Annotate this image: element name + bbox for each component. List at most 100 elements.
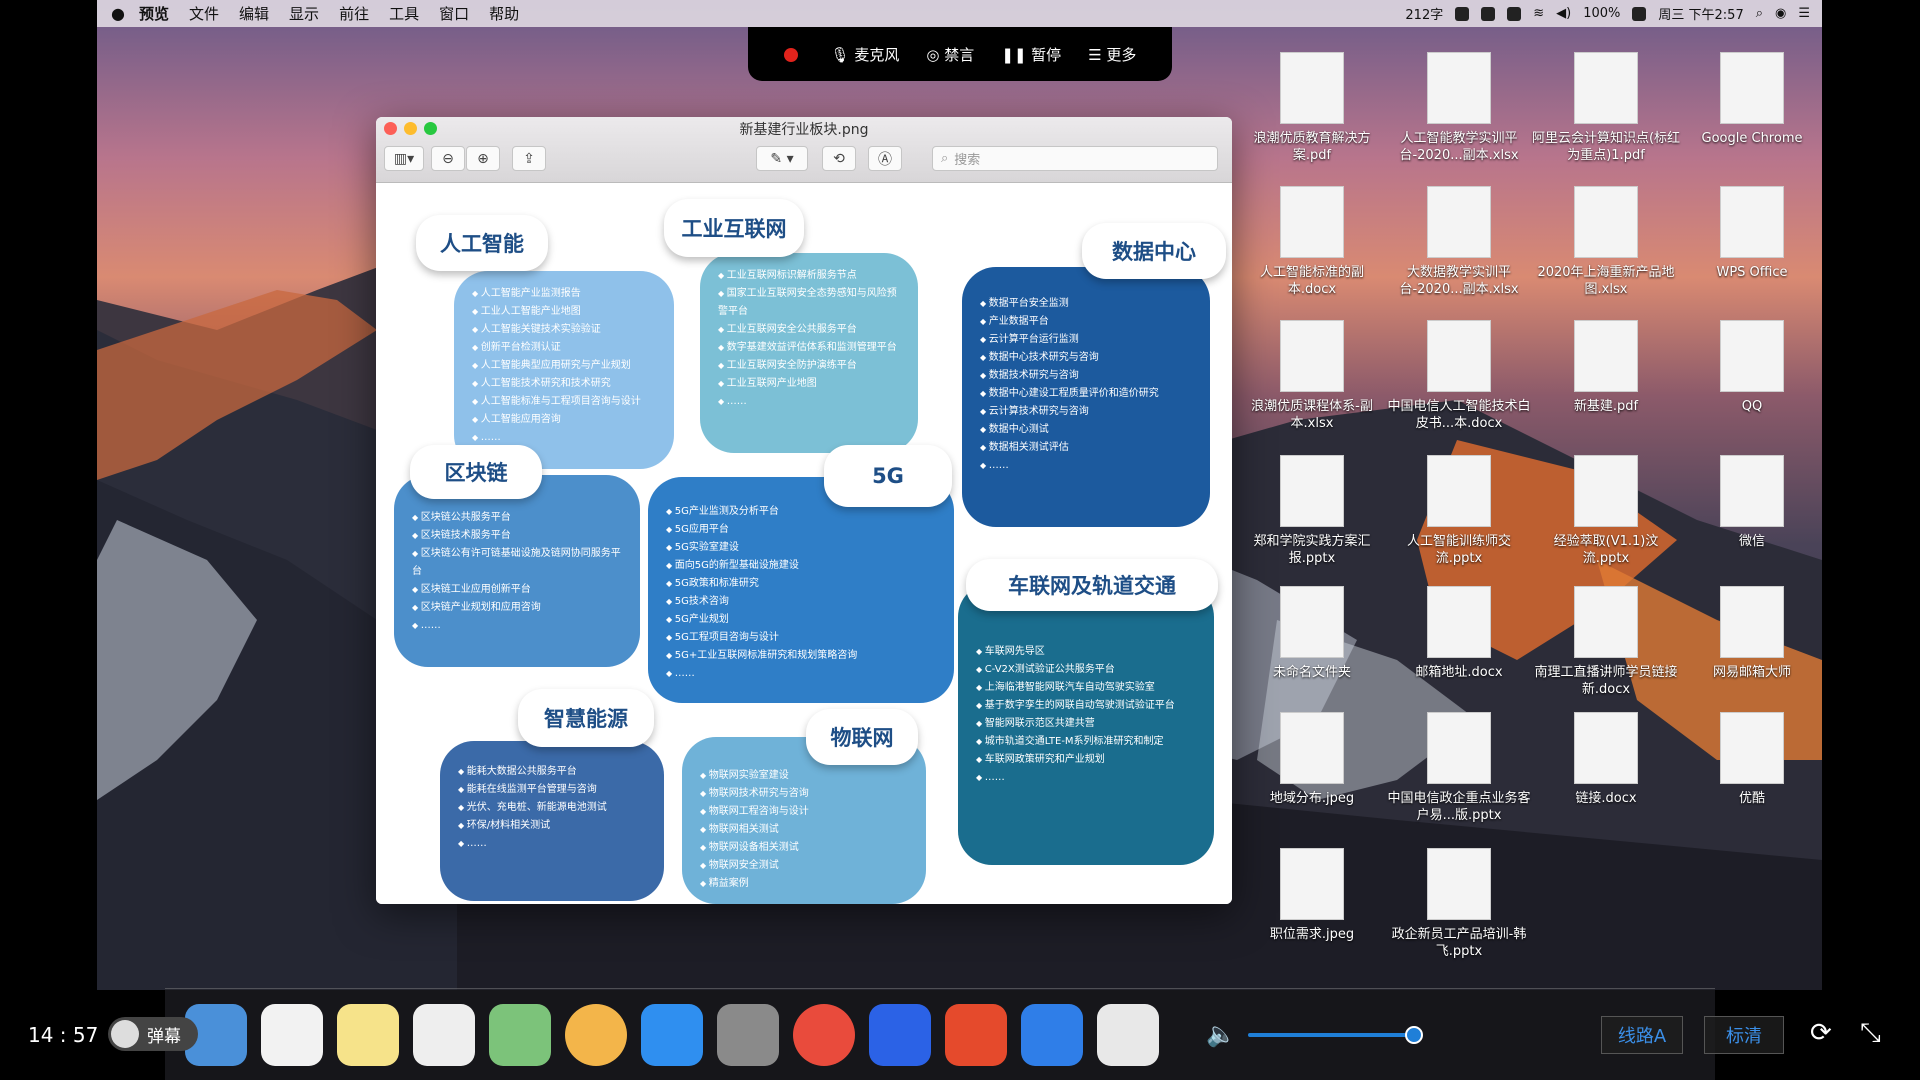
status-icon[interactable] xyxy=(1455,6,1470,21)
file-thumbnail-icon xyxy=(1720,186,1784,258)
list-item: 区块链公有许可链基础设施及链网协同服务平台 xyxy=(412,545,622,581)
menu-window[interactable]: 窗口 xyxy=(439,3,469,24)
menu-edit[interactable]: 编辑 xyxy=(239,3,269,24)
panel-5g: 5G产业监测及分析平台5G应用平台5G实验室建设面向5G的新型基础设施建设5G政… xyxy=(648,477,954,703)
desktop-file-icon[interactable]: 人工智能标准的副本.docx xyxy=(1237,186,1387,298)
desktop-file-icon[interactable]: 中国电信政企重点业务客户易...版.pptx xyxy=(1384,712,1534,824)
desktop-file-icon[interactable]: 中国电信人工智能技术白皮书...本.docx xyxy=(1384,320,1534,432)
desktop: ● 预览 文件 编辑 显示 前往 工具 窗口 帮助 212字 ≋ ◀) 100%… xyxy=(97,0,1822,990)
zoom-out-icon[interactable]: ⊖ xyxy=(431,146,465,171)
desktop-file-icon[interactable]: 网易邮箱大师 xyxy=(1677,586,1822,681)
desktop-file-icon[interactable]: 职位需求.jpeg xyxy=(1237,848,1387,943)
desktop-file-icon[interactable]: 经验萃取(V1.1)汶流.pptx xyxy=(1531,455,1681,567)
list-item: 环保/材料相关测试 xyxy=(458,817,646,835)
line-select-button[interactable]: 线路A xyxy=(1601,1016,1683,1054)
menu-file[interactable]: 文件 xyxy=(189,3,219,24)
search-field[interactable]: ⌕ 搜索 xyxy=(932,146,1218,171)
preview-window: 新基建行业板块.png ▥▾ ⊖ ⊕ ⇪ ✎ ▾ ⟲ Ⓐ ⌕ 搜索 人工智能产业监… xyxy=(376,117,1232,904)
file-label: 人工智能标准的副本.docx xyxy=(1259,265,1364,297)
annotate-icon[interactable]: Ⓐ xyxy=(868,146,902,171)
panel-iiot: 工业互联网标识解析服务节点国家工业互联网安全态势感知与风险预警平台工业互联网安全… xyxy=(700,253,918,453)
volume-knob[interactable] xyxy=(1405,1026,1423,1044)
desktop-file-icon[interactable]: 大数据教学实训平台-2020...副本.xlsx xyxy=(1384,186,1534,298)
file-label: 链接.docx xyxy=(1575,791,1637,806)
siri-icon[interactable]: ◉ xyxy=(1775,6,1786,21)
menu-tools[interactable]: 工具 xyxy=(389,3,419,24)
toggle-knob xyxy=(111,1020,139,1048)
desktop-file-icon[interactable]: 地域分布.jpeg xyxy=(1237,712,1387,807)
tag-bc: 区块链 xyxy=(410,445,542,499)
file-label: 政企新员工产品培训-韩飞.pptx xyxy=(1391,927,1527,959)
apple-icon[interactable]: ● xyxy=(97,4,139,23)
file-label: 郑和学院实践方案汇报.pptx xyxy=(1253,534,1371,566)
rotate-icon[interactable]: ⟲ xyxy=(822,146,856,171)
desktop-file-icon[interactable]: 人工智能教学实训平台-2020...副本.xlsx xyxy=(1384,52,1534,164)
record-indicator xyxy=(783,45,804,63)
file-label: 人工智能训练师交流.pptx xyxy=(1406,534,1511,566)
desktop-file-icon[interactable]: 2020年上海重新产品地图.xlsx xyxy=(1531,186,1681,298)
list-item: 人工智能标准与工程项目咨询与设计 xyxy=(472,393,656,411)
desktop-file-icon[interactable]: WPS Office xyxy=(1677,186,1822,281)
zoom-in-icon[interactable]: ⊕ xyxy=(466,146,500,171)
desktop-file-icon[interactable]: 人工智能训练师交流.pptx xyxy=(1384,455,1534,567)
battery-icon[interactable] xyxy=(1632,6,1647,21)
notification-center-icon[interactable]: ☰ xyxy=(1798,6,1810,21)
status-icon[interactable] xyxy=(1481,6,1496,21)
menu-view[interactable]: 显示 xyxy=(289,3,319,24)
list-item: 物联网安全测试 xyxy=(700,857,908,875)
desktop-file-icon[interactable]: 未命名文件夹 xyxy=(1237,586,1387,681)
desktop-file-icon[interactable]: 新基建.pdf xyxy=(1531,320,1681,415)
danmu-label: 弹幕 xyxy=(147,1026,181,1047)
tag-energy: 智慧能源 xyxy=(518,689,654,747)
desktop-file-icon[interactable]: 浪潮优质教育解决方案.pdf xyxy=(1237,52,1387,164)
desktop-file-icon[interactable]: QQ xyxy=(1677,320,1822,415)
exit-fullscreen-icon[interactable]: ⤡ xyxy=(1860,1018,1881,1049)
tag-dc: 数据中心 xyxy=(1082,223,1226,279)
pause-button[interactable]: ❚❚ 暂停 xyxy=(1001,44,1061,65)
more-button[interactable]: ☰ 更多 xyxy=(1088,44,1136,65)
share-icon[interactable]: ⇪ xyxy=(512,146,546,171)
list-item: 人工智能关键技术实验验证 xyxy=(472,321,656,339)
search-icon[interactable]: ⌕ xyxy=(1756,6,1763,21)
list-item: …… xyxy=(980,457,1192,475)
file-thumbnail-icon xyxy=(1280,52,1344,124)
markup-pen-icon[interactable]: ✎ ▾ xyxy=(756,146,808,171)
sidebar-toggle-icon[interactable]: ▥▾ xyxy=(384,146,424,171)
file-thumbnail-icon xyxy=(1280,586,1344,658)
file-thumbnail-icon xyxy=(1427,712,1491,784)
volume-slider[interactable] xyxy=(1248,1033,1412,1037)
menu-preview[interactable]: 预览 xyxy=(139,3,169,24)
menu-help[interactable]: 帮助 xyxy=(489,3,519,24)
desktop-file-icon[interactable]: 微信 xyxy=(1677,455,1822,550)
list-item: 光伏、充电桩、新能源电池测试 xyxy=(458,799,646,817)
list-item: 5G政策和标准研究 xyxy=(666,575,936,593)
desktop-file-icon[interactable]: 邮箱地址.docx xyxy=(1384,586,1534,681)
audio-label: 禁言 xyxy=(944,45,975,64)
search-placeholder: 搜索 xyxy=(954,153,981,168)
desktop-file-icon[interactable]: 链接.docx xyxy=(1531,712,1681,807)
desktop-file-icon[interactable]: 优酷 xyxy=(1677,712,1822,807)
audio-button[interactable]: ◎ 禁言 xyxy=(926,44,974,65)
desktop-file-icon[interactable]: 南理工直播讲师学员链接新.docx xyxy=(1531,586,1681,698)
desktop-file-icon[interactable]: 郑和学院实践方案汇报.pptx xyxy=(1237,455,1387,567)
volume-icon[interactable]: ◀) xyxy=(1556,6,1571,21)
desktop-file-icon[interactable]: 政企新员工产品培训-韩飞.pptx xyxy=(1384,848,1534,960)
file-thumbnail-icon xyxy=(1280,320,1344,392)
file-thumbnail-icon xyxy=(1427,320,1491,392)
desktop-file-icon[interactable]: 阿里云会计算知识点(标红为重点)1.pdf xyxy=(1531,52,1681,164)
file-label: 中国电信政企重点业务客户易...版.pptx xyxy=(1387,791,1531,823)
quality-select-button[interactable]: 标清 xyxy=(1704,1016,1784,1054)
desktop-file-icon[interactable]: 浪潮优质课程体系-副本.xlsx xyxy=(1237,320,1387,432)
danmu-toggle[interactable]: 弹幕 xyxy=(108,1017,198,1051)
menu-go[interactable]: 前往 xyxy=(339,3,369,24)
file-label: 网易邮箱大师 xyxy=(1712,665,1791,680)
list-item: 工业互联网安全公共服务平台 xyxy=(718,321,900,339)
volume-icon[interactable]: 🔈 xyxy=(1206,1020,1236,1048)
mic-button[interactable]: 🎙 麦克风 xyxy=(831,44,900,65)
status-icon[interactable] xyxy=(1507,6,1522,21)
list-item: 精益案例 xyxy=(700,875,908,893)
refresh-icon[interactable]: ⟳ xyxy=(1810,1018,1832,1048)
desktop-file-icon[interactable]: Google Chrome xyxy=(1677,52,1822,147)
clock[interactable]: 周三 下午2:57 xyxy=(1658,4,1743,23)
wifi-icon[interactable]: ≋ xyxy=(1533,6,1544,21)
